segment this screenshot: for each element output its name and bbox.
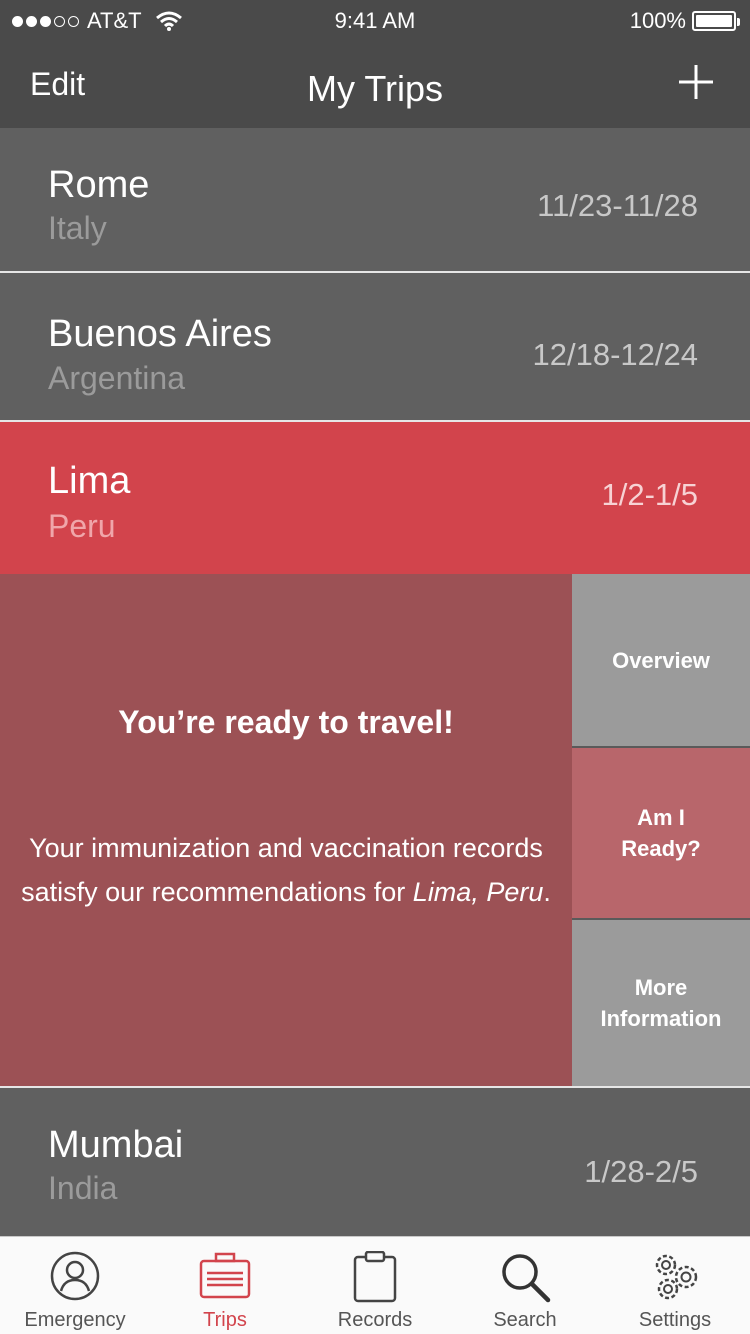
person-icon (50, 1251, 100, 1301)
navigation-bar: Edit My Trips (0, 40, 750, 128)
readiness-title: You’re ready to travel! (118, 704, 454, 740)
tab-emergency[interactable]: Emergency (0, 1237, 150, 1334)
status-right: 100% (629, 8, 740, 34)
battery-icon (692, 11, 740, 31)
tab-label: Search (493, 1309, 557, 1331)
readiness-panel: You’re ready to travel! Your immunizatio… (0, 574, 572, 1086)
trip-city: Mumbai (48, 1124, 184, 1166)
trip-dates: 1/28-2/5 (584, 1154, 698, 1189)
trip-city: Lima (48, 460, 131, 502)
overview-tab-label: Overview (612, 647, 710, 673)
trip-country: Italy (48, 210, 107, 246)
trip-country: Argentina (48, 360, 185, 396)
plus-icon[interactable] (678, 64, 714, 100)
tab-label: Settings (638, 1309, 712, 1331)
tab-bar: Emergency Trips Records Search Settings (0, 1236, 750, 1334)
gears-icon (655, 1254, 698, 1300)
trip-row-rome[interactable]: Rome Italy 11/23-11/28 (0, 128, 750, 272)
tab-label: Trips (203, 1309, 247, 1331)
trip-city: Buenos Aires (48, 313, 272, 355)
tab-trips[interactable]: Trips (150, 1237, 300, 1334)
readiness-place: Lima, Peru (412, 877, 544, 907)
battery-percent: 100% (629, 8, 686, 33)
tab-label: Emergency (24, 1309, 126, 1331)
page-title: My Trips (306, 68, 443, 109)
trip-row-lima[interactable]: Lima Peru 1/2-1/5 (0, 422, 750, 574)
clipboard-icon (353, 1251, 397, 1303)
am-i-ready-tab[interactable]: Am I Ready? (572, 748, 750, 918)
trip-city: Rome (48, 164, 150, 206)
more-information-tab[interactable]: More Information (572, 920, 750, 1086)
trip-dates: 11/23-11/28 (537, 188, 698, 223)
tab-search[interactable]: Search (450, 1237, 600, 1334)
trip-dates: 1/2-1/5 (601, 477, 698, 512)
tab-settings[interactable]: Settings (600, 1237, 750, 1334)
tab-label: Records (337, 1309, 413, 1331)
trip-country: Peru (48, 508, 116, 544)
trip-country: India (48, 1170, 118, 1206)
search-icon (502, 1254, 551, 1303)
readiness-message: Your immunization and vaccination record… (20, 826, 552, 914)
status-bar: AT&T 9:41 AM 100% (0, 0, 750, 40)
suitcase-icon (199, 1252, 251, 1299)
tab-records[interactable]: Records (300, 1237, 450, 1334)
readiness-period: . (543, 877, 551, 907)
am-i-ready-tab-label: Am I Ready? (621, 805, 701, 861)
trip-dates: 12/18-12/24 (532, 337, 698, 372)
trip-row-mumbai[interactable]: Mumbai India 1/28-2/5 (0, 1088, 750, 1236)
more-information-tab-label: More Information (600, 975, 722, 1031)
trip-row-buenos-aires[interactable]: Buenos Aires Argentina 12/18-12/24 (0, 273, 750, 420)
overview-tab[interactable]: Overview (572, 574, 750, 746)
